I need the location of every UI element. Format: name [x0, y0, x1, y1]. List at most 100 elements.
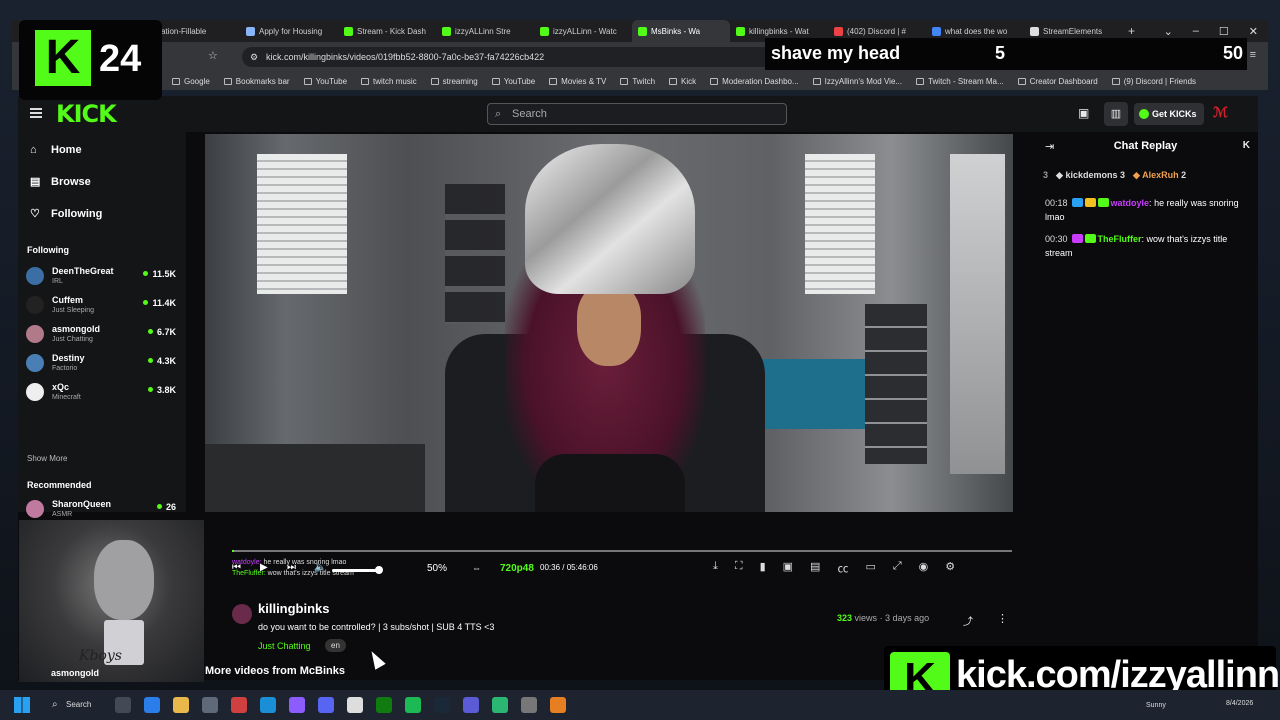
new-tab-button[interactable]: + — [1128, 24, 1135, 38]
gifter-2[interactable]: ◆ AlexRuh 2 — [1133, 170, 1186, 184]
taskbar-app-icon[interactable] — [434, 697, 450, 713]
user-avatar[interactable]: ℳ — [1213, 104, 1233, 124]
bookmark-item[interactable]: Google — [172, 77, 210, 86]
captions-icon[interactable]: ㏄ — [837, 560, 848, 576]
next-icon[interactable]: ⏭ — [287, 562, 296, 573]
bookmark-item[interactable]: (9) Discord | Friends — [1111, 77, 1196, 86]
sidebar-channel[interactable]: DeenTheGreat IRL 11.5K — [26, 264, 178, 292]
taskbar-app-icon[interactable] — [347, 697, 363, 713]
stats-icon[interactable]: ▮ — [760, 560, 766, 576]
taskbar-app-icon[interactable] — [231, 697, 247, 713]
download-icon[interactable]: ⤓ — [713, 560, 718, 576]
taskbar-app-icon[interactable] — [115, 697, 131, 713]
taskbar-app-icon[interactable] — [260, 697, 276, 713]
chat-k-icon[interactable]: K — [1243, 140, 1250, 151]
kick-logo[interactable]: KICK — [56, 100, 117, 128]
browser-tab[interactable]: izzyALLinn Stre — [436, 20, 534, 42]
settings-icon[interactable]: ⚙ — [945, 560, 955, 576]
taskbar-app-icon[interactable] — [144, 697, 160, 713]
maximize-button[interactable]: ☐ — [1219, 25, 1229, 38]
bookmark-item[interactable]: twitch music — [361, 77, 417, 86]
volume-slider[interactable] — [332, 566, 383, 574]
taskbar-app-icon[interactable] — [492, 697, 508, 713]
taskbar-app-icon[interactable] — [289, 697, 305, 713]
studio-icon[interactable]: ▣ — [1078, 106, 1089, 120]
quality-label[interactable]: 720p48 — [500, 563, 534, 574]
player-right-controls: ⤓ ⛶ ▮ ▣ ▤ ㏄ ▭ ⤢ ◉ ⚙ — [713, 560, 955, 576]
volume-handle[interactable] — [375, 566, 383, 574]
gifter-1[interactable]: ◆ kickdemons 3 — [1056, 170, 1125, 184]
menu-icon[interactable] — [30, 108, 42, 118]
category-link[interactable]: Just Chatting — [258, 641, 311, 651]
playback-speed[interactable]: 50% — [427, 563, 447, 574]
taskbar-app-icon[interactable] — [376, 697, 392, 713]
volume-icon[interactable]: 🔈 — [314, 562, 326, 573]
progress-bar[interactable] — [232, 550, 1012, 552]
taskbar-search[interactable]: ⌕ Search — [48, 695, 108, 715]
minimize-button[interactable]: – — [1193, 25, 1199, 37]
autoplay-icon[interactable]: ◉ — [919, 560, 929, 576]
bookmark-item[interactable]: YouTube — [303, 77, 347, 86]
browser-tab[interactable]: Stream - Kick Dash — [338, 20, 436, 42]
bookmark-item[interactable]: Moderation Dashbo... — [710, 77, 799, 86]
kick-top-nav: KICK ⌕ Search ▣ ▥ Get KICKs ℳ — [18, 96, 1258, 132]
pip-icon[interactable]: ▣ — [783, 560, 793, 576]
get-kicks-button[interactable]: Get KICKs — [1134, 103, 1204, 125]
browser-tab[interactable]: Apply for Housing — [240, 20, 338, 42]
tab-title: izzyALLinn - Watc — [553, 26, 617, 36]
theater-icon[interactable]: ▭ — [865, 560, 875, 576]
speed-icon[interactable]: ⇔ — [472, 563, 481, 573]
bookmark-item[interactable]: Twitch — [620, 77, 655, 86]
share-icon[interactable]: ⤴ — [963, 613, 973, 628]
browser-tab[interactable]: MsBinks - Wa — [632, 20, 730, 42]
more-options-icon[interactable]: ⋮ — [997, 612, 1008, 625]
avatar — [26, 267, 44, 285]
sidebar-channel[interactable]: asmongold Just Chatting 6.7K — [26, 322, 178, 350]
sidebar-channel[interactable]: Destiny Factorio 4.3K — [26, 351, 178, 379]
previous-icon[interactable]: ⏮ — [232, 562, 241, 573]
layout-icon[interactable]: ▥ — [1104, 102, 1128, 126]
bookmark-item[interactable]: Movies & TV — [549, 77, 606, 86]
close-window-button[interactable]: ✕ — [1249, 25, 1258, 38]
nav-home[interactable]: ⌂ Home — [30, 144, 82, 156]
bookmark-item[interactable]: Bookmarks bar — [223, 77, 290, 86]
site-info-icon[interactable]: ⚙ — [250, 47, 258, 67]
miniplayer-icon[interactable]: ▤ — [810, 560, 820, 576]
bookmark-item[interactable]: IzzyAllinn's Mod Vie... — [812, 77, 902, 86]
channel-name[interactable]: killingbinks — [258, 601, 330, 616]
taskbar-app-icon[interactable] — [405, 697, 421, 713]
taskbar-app-icon[interactable] — [173, 697, 189, 713]
bookmark-star-icon[interactable]: ☆ — [208, 49, 218, 62]
extensions-menu-icon[interactable]: ≡ — [1250, 49, 1256, 61]
nav-browse[interactable]: ▤ Browse — [30, 176, 91, 188]
bookmark-item[interactable]: YouTube — [491, 77, 535, 86]
search-input[interactable]: ⌕ Search — [487, 103, 787, 125]
fullscreen-icon[interactable]: ⤢ — [893, 560, 902, 576]
taskbar-app-icon[interactable] — [463, 697, 479, 713]
bookmark-item[interactable]: Creator Dashboard — [1017, 77, 1098, 86]
chat-username[interactable]: TheFluffer — [1098, 234, 1142, 244]
taskbar-app-icon[interactable] — [318, 697, 334, 713]
bookmark-label: Kick — [681, 76, 697, 86]
taskbar-app-icon[interactable] — [521, 697, 537, 713]
windows-start-icon[interactable] — [14, 697, 30, 713]
clip-icon[interactable]: ⛶ — [735, 560, 743, 576]
nav-following[interactable]: ♡ Following — [30, 208, 102, 220]
bookmark-item[interactable]: Kick — [669, 77, 696, 86]
chat-username[interactable]: watdoyle — [1111, 198, 1150, 208]
sidebar-channel[interactable]: xQc Minecraft 3.8K — [26, 380, 178, 408]
address-bar[interactable]: ⚙ kick.com/killingbinks/videos/019fbb52-… — [242, 47, 802, 67]
show-more-link[interactable]: Show More — [27, 454, 67, 463]
tab-search-icon[interactable]: ⌄ — [1164, 25, 1173, 38]
bookmark-item[interactable]: Twitch - Stream Ma... — [916, 77, 1004, 86]
video-player[interactable] — [205, 134, 1013, 512]
taskbar-app-icon[interactable] — [550, 697, 566, 713]
search-placeholder: Search — [512, 108, 547, 120]
bookmark-folder-icon — [916, 77, 925, 85]
bookmark-item[interactable]: streaming — [430, 77, 478, 86]
browser-tab[interactable]: izzyALLinn - Watc — [534, 20, 632, 42]
channel-avatar[interactable] — [232, 604, 252, 624]
taskbar-app-icon[interactable] — [202, 697, 218, 713]
sidebar-channel[interactable]: Cuffem Just Sleeping 11.4K — [26, 293, 178, 321]
play-icon[interactable]: ▶ — [260, 562, 268, 573]
